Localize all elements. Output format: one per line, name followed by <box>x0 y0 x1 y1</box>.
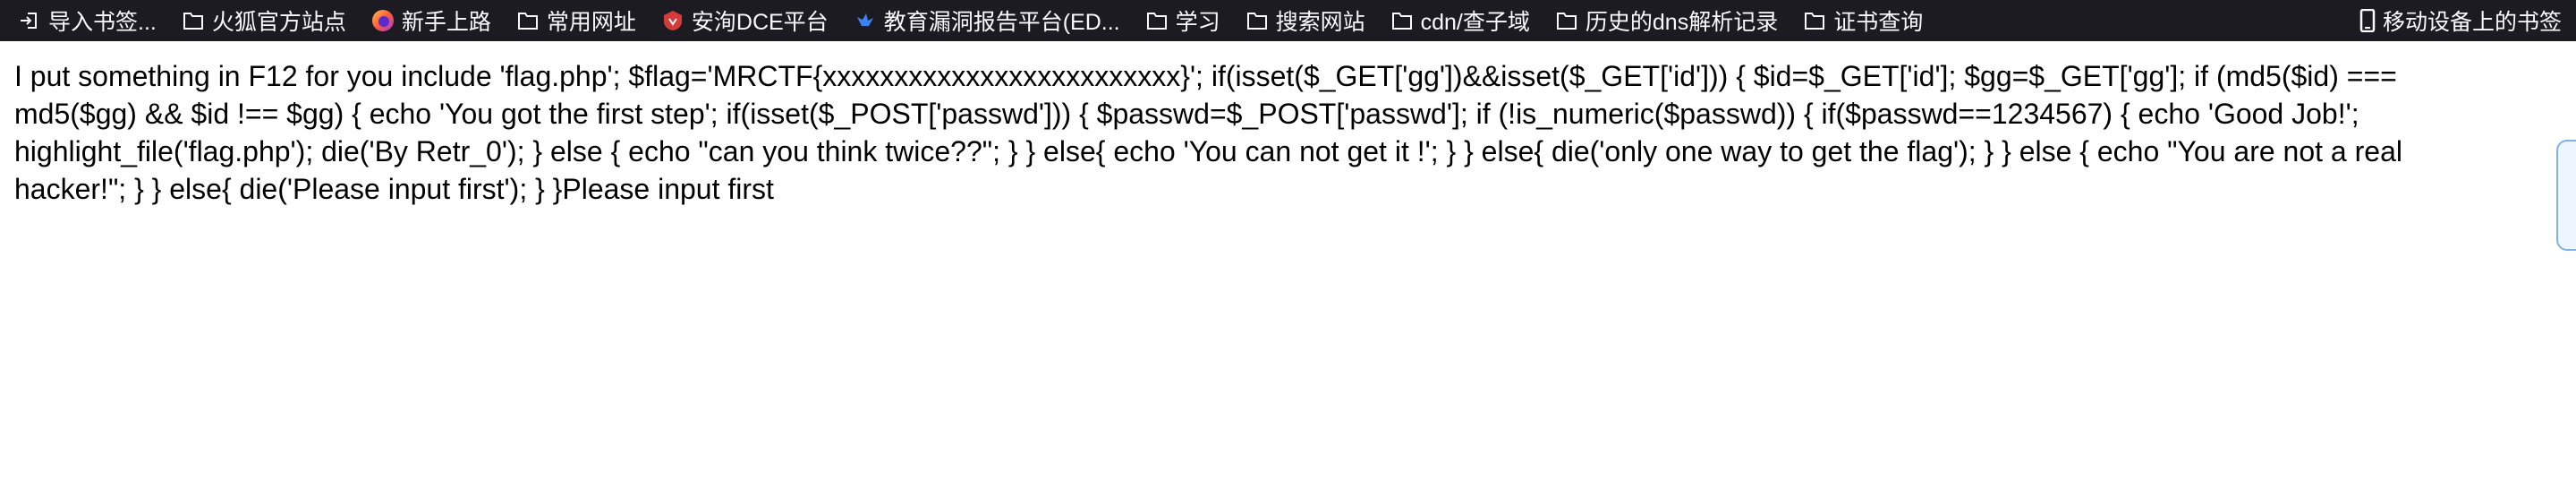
bookmark-label: cdn/查子域 <box>1420 10 1530 35</box>
bookmark-label: 证书查询 <box>1833 10 1924 35</box>
bookmark-import[interactable]: 导入书签... <box>18 3 157 39</box>
bookmark-label: 搜索网站 <box>1275 10 1365 35</box>
bookmark-label: 教育漏洞报告平台(ED... <box>883 10 1120 35</box>
bookmark-edu-vuln-platform[interactable]: 教育漏洞报告平台(ED... <box>854 3 1120 39</box>
folder-icon <box>1145 9 1169 32</box>
bookmark-folder-dns-history[interactable]: 历史的dns解析记录 <box>1555 3 1778 39</box>
bookmark-mobile-folder[interactable]: 移动设备上的书签 <box>2356 3 2562 39</box>
bookmark-label: 常用网址 <box>546 10 636 35</box>
page-body-text: I put something in F12 for you include '… <box>14 60 2402 205</box>
bookmark-folder-cdn-subdomain[interactable]: cdn/查子域 <box>1390 3 1530 39</box>
bookmark-label: 历史的dns解析记录 <box>1585 10 1779 35</box>
bookmark-getting-started[interactable]: 新手上路 <box>371 3 491 39</box>
shield-logo-icon <box>661 9 684 32</box>
bird-logo-icon <box>854 9 877 32</box>
bookmark-folder-cert-lookup[interactable]: 证书查询 <box>1803 3 1923 39</box>
bookmark-label: 安洵DCE平台 <box>691 10 829 35</box>
bookmark-folder-firefox-official[interactable]: 火狐官方站点 <box>182 3 346 39</box>
bookmarks-toolbar: 导入书签... 火狐官方站点 新手上路 常用网址 安洵DCE平台 教育漏洞报告平… <box>0 0 2576 41</box>
bookmark-label: 移动设备上的书签 <box>2382 10 2562 35</box>
bookmark-anxun-dce[interactable]: 安洵DCE平台 <box>661 3 829 39</box>
folder-icon <box>516 9 540 32</box>
folder-icon <box>1555 9 1578 32</box>
folder-icon <box>182 9 205 32</box>
bookmark-folder-common-sites[interactable]: 常用网址 <box>516 3 636 39</box>
bookmark-label: 导入书签... <box>48 10 157 35</box>
scrollbar-thumb[interactable] <box>2556 140 2576 251</box>
bookmark-folder-study[interactable]: 学习 <box>1145 3 1220 39</box>
import-icon <box>18 9 41 32</box>
bookmark-label: 学习 <box>1175 10 1220 35</box>
firefox-icon <box>371 9 395 32</box>
folder-icon <box>1390 9 1414 32</box>
mobile-icon <box>2356 9 2379 32</box>
bookmark-folder-search-sites[interactable]: 搜索网站 <box>1245 3 1365 39</box>
folder-icon <box>1803 9 1826 32</box>
bookmark-label: 新手上路 <box>401 10 491 35</box>
folder-icon <box>1245 9 1269 32</box>
bookmark-label: 火狐官方站点 <box>211 10 346 35</box>
